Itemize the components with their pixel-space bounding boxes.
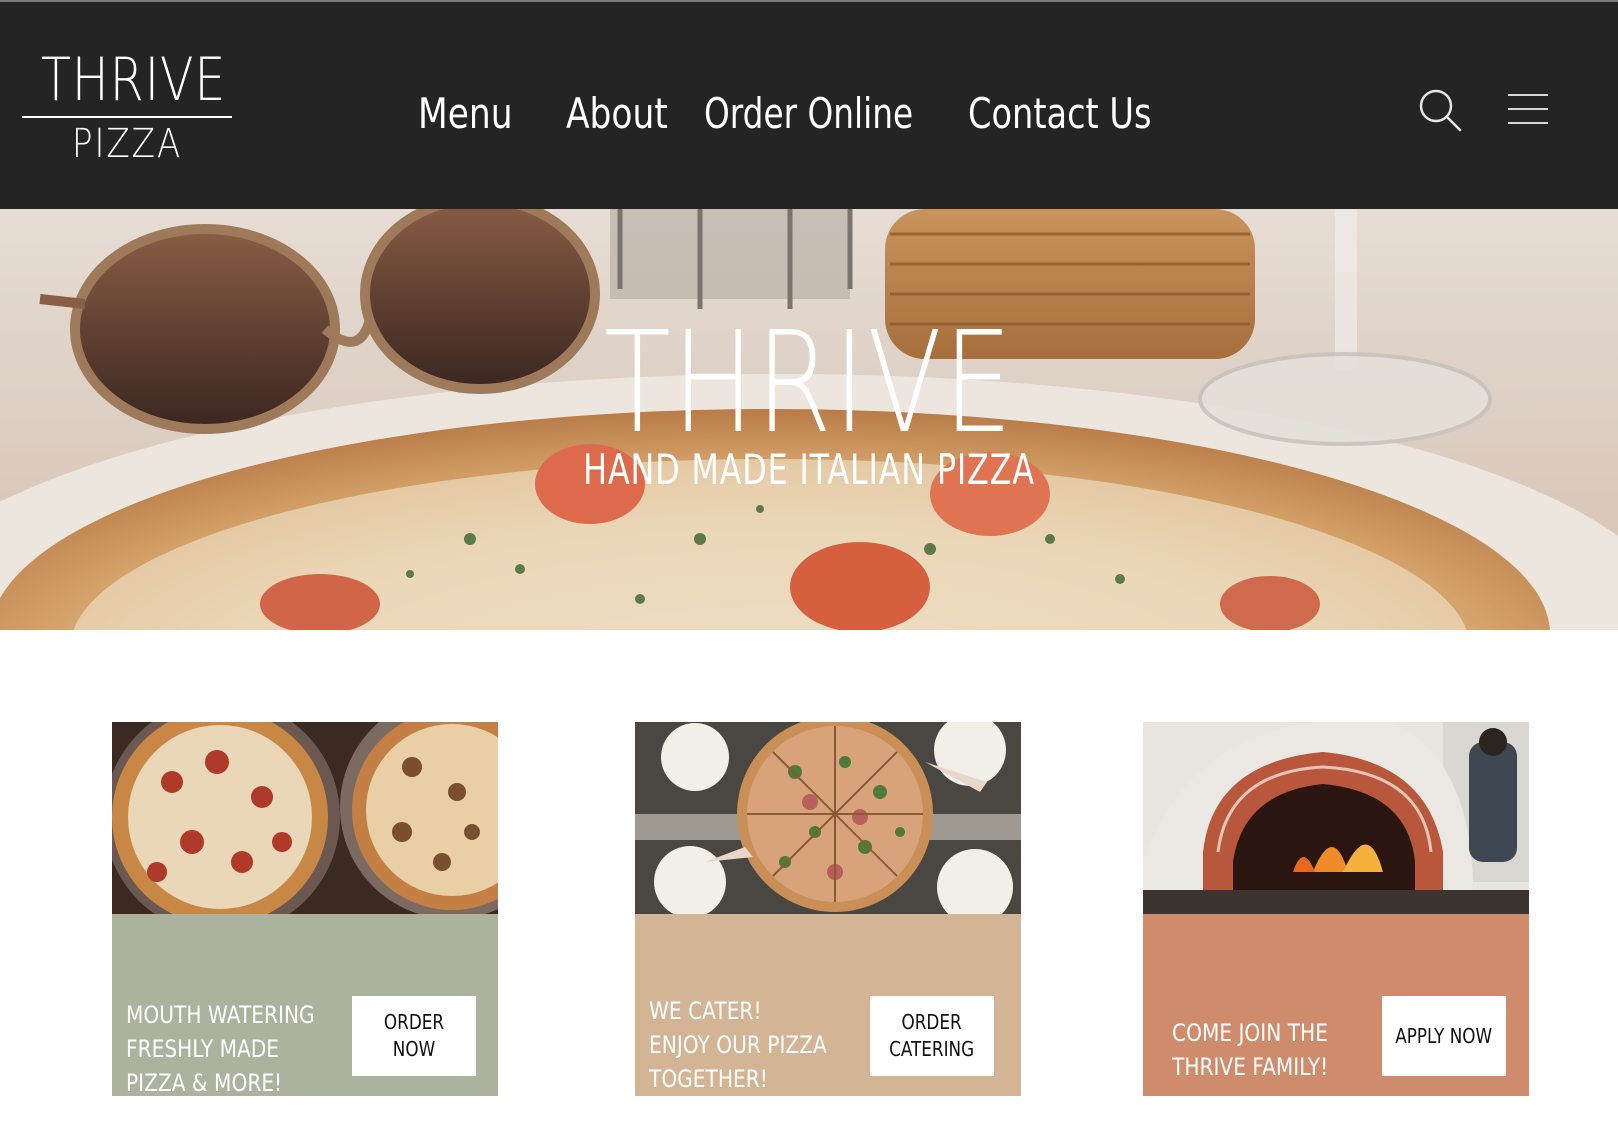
logo-divider — [22, 116, 232, 118]
hero-subtitle: HAND MADE ITALIAN PIZZA — [583, 445, 1035, 494]
card-body: COME JOIN THE THRIVE FAMILY! APPLY NOW — [1143, 914, 1529, 1096]
card-text: MOUTH WATERING FRESHLY MADE PIZZA & MORE… — [126, 1001, 315, 1097]
card-text: COME JOIN THE THRIVE FAMILY! — [1172, 1019, 1329, 1081]
nav-link-menu[interactable]: Menu — [418, 88, 513, 140]
hamburger-menu-icon[interactable] — [1508, 94, 1550, 126]
card-body: WE CATER! ENJOY OUR PIZZA TOGETHER! ORDE… — [635, 914, 1021, 1096]
card-body: MOUTH WATERING FRESHLY MADE PIZZA & MORE… — [112, 914, 498, 1097]
promo-card-catering: WE CATER! ENJOY OUR PIZZA TOGETHER! ORDE… — [635, 722, 1021, 1096]
page: THRIVE PIZZA Menu About Order Online Con… — [0, 0, 1618, 1127]
logo-subtitle: PIZZA — [71, 121, 183, 167]
hero-banner: THRIVE HAND MADE ITALIAN PIZZA — [0, 209, 1618, 630]
pizza-oven-photo — [1143, 722, 1529, 914]
search-icon[interactable] — [1418, 88, 1466, 136]
shared-pizza-photo — [635, 722, 1021, 914]
order-catering-button[interactable]: ORDER CATERING — [870, 996, 994, 1076]
promo-card-careers: COME JOIN THE THRIVE FAMILY! APPLY NOW — [1143, 722, 1529, 1096]
nav-link-about[interactable]: About — [566, 88, 668, 140]
hero-title: THRIVE — [604, 302, 1014, 465]
nav-link-order-online[interactable]: Order Online — [704, 88, 913, 140]
apply-now-button[interactable]: APPLY NOW — [1382, 996, 1506, 1076]
nav-link-contact-us[interactable]: Contact Us — [968, 88, 1152, 140]
promo-card-order: MOUTH WATERING FRESHLY MADE PIZZA & MORE… — [112, 722, 498, 1097]
logo[interactable]: THRIVE PIZZA — [22, 45, 232, 167]
site-header: THRIVE PIZZA Menu About Order Online Con… — [0, 0, 1618, 209]
card-text: WE CATER! ENJOY OUR PIZZA TOGETHER! — [649, 997, 827, 1093]
order-now-button[interactable]: ORDER NOW — [352, 996, 476, 1076]
pizzas-photo — [112, 722, 498, 914]
logo-wordmark: THRIVE — [40, 45, 227, 115]
